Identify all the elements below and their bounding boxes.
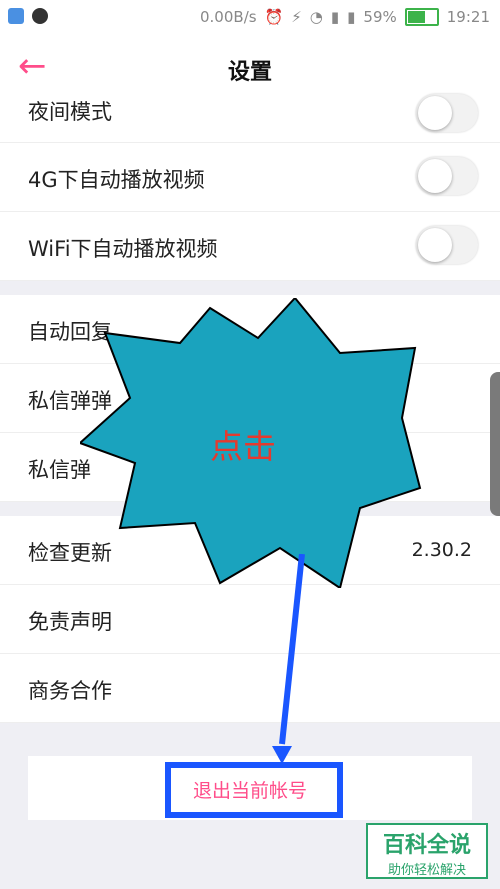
page-title: 设置	[227, 60, 272, 85]
watermark: 百科全说 助你轻松解决	[366, 823, 488, 879]
night-mode-toggle[interactable]	[416, 94, 478, 132]
click-label: 点击	[210, 427, 276, 466]
autoplay-4g-row: 4G下自动播放视频	[0, 143, 500, 212]
night-mode-row: 夜间模式	[0, 94, 500, 143]
disclaimer-row[interactable]: 免责声明	[0, 585, 500, 654]
annotation-arrow	[272, 554, 305, 764]
night-mode-label: 夜间模式	[28, 100, 112, 124]
network-speed: 0.00B/s	[200, 8, 257, 26]
status-bar: 0.00B/s ⏰ ⚡ ◔ ▮ ▮ 59% 19:21	[0, 0, 500, 36]
business-row[interactable]: 商务合作	[0, 654, 500, 723]
qq-icon	[32, 8, 48, 24]
watermark-title: 百科全说	[382, 833, 471, 858]
bluetooth-icon: ⚡	[291, 8, 302, 26]
annotation-box	[165, 762, 343, 818]
section-gap	[0, 281, 500, 295]
autoplay-wifi-label: WiFi下自动播放视频	[28, 237, 218, 261]
shield-icon	[8, 8, 24, 24]
autoplay-wifi-toggle[interactable]	[416, 226, 478, 264]
disclaimer-label: 免责声明	[28, 610, 112, 634]
watermark-subtitle: 助你轻松解决	[387, 863, 466, 878]
signal-icon: ▮	[330, 8, 340, 26]
alarm-icon: ⏰	[264, 8, 284, 26]
wifi-icon: ◔	[309, 8, 323, 26]
battery-percent: 59%	[363, 8, 397, 26]
autoplay-4g-toggle[interactable]	[416, 157, 478, 195]
scroll-handle[interactable]	[490, 372, 500, 516]
clock: 19:21	[446, 8, 490, 26]
status-left	[8, 8, 48, 24]
top-nav: ← 设置	[0, 36, 500, 102]
autoplay-4g-label: 4G下自动播放视频	[28, 168, 205, 192]
autoplay-wifi-row: WiFi下自动播放视频	[0, 212, 500, 281]
battery-icon	[404, 8, 439, 26]
signal-icon-2: ▮	[347, 8, 356, 26]
business-label: 商务合作	[28, 679, 112, 703]
status-right: 0.00B/s ⏰ ⚡ ◔ ▮ ▮ 59% 19:21	[200, 8, 490, 26]
